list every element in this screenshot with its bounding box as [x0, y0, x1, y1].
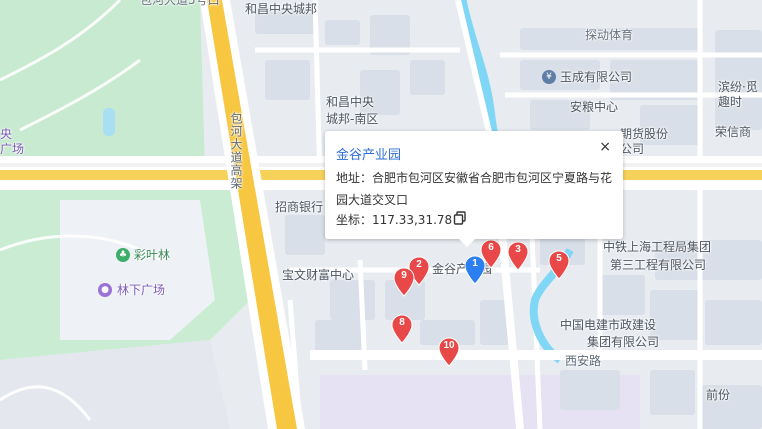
- poi-futures-2: 公司: [620, 142, 645, 156]
- plaza-icon: ●: [98, 283, 112, 297]
- poi-zhongdian-2: 集团有限公司: [587, 335, 660, 349]
- popup-coordinates: 坐标：117.33,31.78: [336, 213, 453, 227]
- marker-number: 10: [443, 340, 455, 351]
- marker-number: 8: [399, 317, 405, 328]
- poi-zhongtie-2: 第三工程有限公司: [610, 258, 707, 272]
- map-marker-10[interactable]: 10: [438, 337, 460, 367]
- poi-hechang-south-2: 城邦-南区: [326, 112, 379, 126]
- poi-yucheng: 玉成有限公司: [560, 70, 633, 84]
- yucheng-icon: ¥: [542, 70, 556, 84]
- marker-number: 5: [556, 253, 562, 264]
- poi-hechang-south-1: 和昌中央: [326, 95, 375, 109]
- poi-hechang-north: 和昌中央城邦: [245, 2, 318, 16]
- info-popup: 金谷产业园 × 地址：合肥市包河区安徽省合肥市包河区宁夏路与花园大道交叉口 坐标…: [325, 131, 623, 247]
- tree-icon: ♣: [116, 248, 130, 262]
- map-marker-3[interactable]: 3: [507, 241, 529, 271]
- popup-address: 地址：合肥市包河区安徽省合肥市包河区宁夏路与花园大道交叉口: [336, 171, 613, 207]
- poi-zhongtie-1: 中铁上海工程局集团: [603, 240, 712, 254]
- poi-zhongdian-1: 中国电建市政建设: [560, 318, 657, 332]
- road-baohe: 包河大道高架: [229, 112, 243, 190]
- marker-number: 9: [401, 270, 407, 281]
- marker-number: 6: [488, 242, 494, 253]
- poi-caiyelin: 彩叶林: [134, 248, 171, 262]
- poi-anliang: 安粮中心: [570, 100, 619, 114]
- map-marker-9[interactable]: 9: [393, 267, 415, 297]
- poi-qianfen: 前份: [706, 388, 731, 402]
- poi-baowen: 宝文财富中心: [282, 268, 355, 282]
- poi-futures: 期货股份: [620, 127, 669, 141]
- poi-left-1: 央: [0, 127, 13, 141]
- map-marker-8[interactable]: 8: [391, 314, 413, 344]
- poi-left-2: 广场: [0, 142, 25, 156]
- marker-number: 3: [515, 244, 521, 255]
- road-xian: 西安路: [565, 354, 602, 368]
- poi-rongxin: 荣信商: [715, 125, 752, 139]
- map-marker-6[interactable]: 6: [480, 239, 502, 269]
- poi-tandong: 探动体育: [585, 28, 634, 42]
- map-marker-5[interactable]: 5: [548, 250, 570, 280]
- poi-wanda: 包河大道5号口: [140, 0, 220, 7]
- poi-binfen: 滨纷·觅趣时: [718, 80, 758, 109]
- popup-pointer: [459, 239, 475, 247]
- poi-zhaoshang: 招商银行: [275, 200, 324, 214]
- copy-icon[interactable]: [453, 211, 467, 225]
- close-icon[interactable]: ×: [599, 139, 611, 155]
- poi-linxia: 林下广场: [117, 283, 166, 297]
- popup-title[interactable]: 金谷产业园: [336, 144, 401, 163]
